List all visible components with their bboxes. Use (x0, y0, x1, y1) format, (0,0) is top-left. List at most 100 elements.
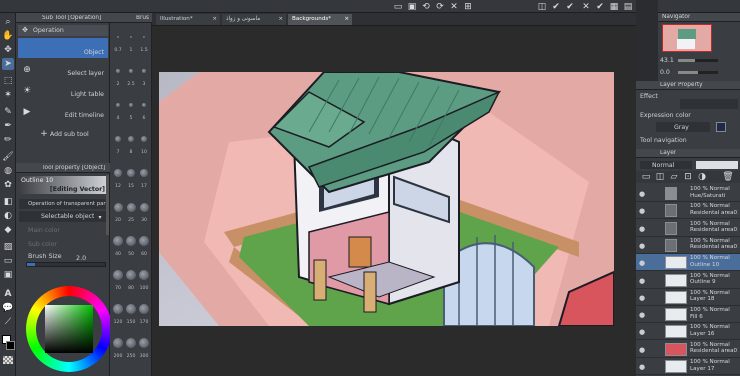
brush-size-cell[interactable]: 8 (125, 127, 137, 159)
ruler-icon[interactable]: ⟋ (2, 316, 14, 328)
text-icon[interactable]: A (2, 288, 14, 300)
brush-size-cell[interactable]: 15 (125, 161, 137, 193)
close-icon[interactable]: × (278, 14, 283, 25)
brush-size-cell[interactable]: 300 (138, 331, 150, 363)
clear-icon[interactable]: ✕ (448, 1, 460, 13)
frame-icon[interactable]: ▣ (2, 269, 14, 281)
brush-size-cell[interactable]: 20 (112, 195, 124, 227)
visibility-eye-icon[interactable]: ● (639, 259, 645, 267)
brush-icon[interactable]: 🖌 (2, 151, 14, 163)
brush-size-cell[interactable]: 250 (125, 331, 137, 363)
folder-icon[interactable]: ▱ (668, 171, 680, 183)
layer-row[interactable]: ● 100 % Normal Layer 16 (636, 323, 740, 341)
visibility-eye-icon[interactable]: ● (639, 311, 645, 319)
visibility-eye-icon[interactable]: ● (639, 207, 645, 215)
check-icon[interactable]: ✔ (564, 1, 576, 13)
visibility-eye-icon[interactable]: ● (639, 277, 645, 285)
cross-icon[interactable]: ✕ (580, 1, 592, 13)
brush-size-value[interactable]: 2.0 (76, 254, 86, 262)
visibility-eye-icon[interactable]: ● (639, 363, 645, 371)
pencil-icon[interactable]: ✏ (2, 134, 14, 146)
brush-size-cell[interactable]: 7 (112, 127, 124, 159)
brush-size-cell[interactable]: 40 (112, 229, 124, 261)
figure-icon[interactable]: ▭ (2, 255, 14, 267)
effect-buttons[interactable] (680, 99, 738, 109)
layer-row[interactable]: ● 100 % NormalResidental area01-Ver.2.4 (636, 237, 740, 254)
operation-icon[interactable]: ➤ (2, 58, 14, 70)
layer-row[interactable]: ● 100 % NormalResidental area01-Ver.2.3 (636, 220, 740, 237)
brush-size-cell[interactable]: 0.7 (112, 25, 124, 57)
visibility-eye-icon[interactable]: ● (639, 294, 645, 302)
angle-value[interactable]: 0.0 (660, 69, 670, 76)
eraser-icon[interactable]: ◧ (2, 196, 14, 208)
brush-size-cell[interactable]: 120 (112, 297, 124, 329)
brush-size-cell[interactable]: 200 (112, 331, 124, 363)
sub-tool-select-layer[interactable]: ⊕ Select layer (18, 60, 108, 80)
pen-icon[interactable]: ✒ (2, 120, 14, 132)
brush-size-cell[interactable]: 2.5 (125, 59, 137, 91)
layer-row[interactable]: ● 100 % Normal Outline 10 (636, 254, 740, 272)
fill-icon[interactable]: ◆ (2, 224, 14, 236)
balloon-icon[interactable]: 💬 (2, 302, 14, 314)
visibility-eye-icon[interactable]: ● (639, 328, 645, 336)
brush-size-cell[interactable]: 60 (138, 229, 150, 261)
layer-row[interactable]: ● 100 % Normal Outline 9 (636, 272, 740, 289)
brush-size-cell[interactable]: 100 (138, 263, 150, 295)
layer-name-field[interactable]: Outline 10 [Editing Vector] (19, 176, 107, 194)
brush-size-cell[interactable]: 12 (112, 161, 124, 193)
saturation-value-square[interactable] (45, 305, 93, 353)
layer-row[interactable]: ● 100 % Normal Layer 18 (636, 289, 740, 306)
brush-size-slider[interactable] (26, 262, 106, 267)
visibility-eye-icon[interactable]: ● (639, 346, 645, 354)
zoom-slider[interactable] (678, 59, 718, 62)
brush-size-cell[interactable]: 10 (138, 127, 150, 159)
save-icon[interactable]: ▣ (406, 1, 418, 13)
gradient-icon[interactable]: ▨ (2, 241, 14, 253)
opacity-slider[interactable] (696, 161, 738, 169)
sub-tool-object[interactable]: Object (18, 38, 108, 58)
new-layer-icon[interactable]: ▭ (640, 171, 652, 183)
grid-icon[interactable]: ▦ (608, 1, 620, 13)
brush-size-cell[interactable]: 70 (112, 263, 124, 295)
undo-icon[interactable]: ⟲ (420, 1, 432, 13)
new-vector-layer-icon[interactable]: ◫ (654, 171, 666, 183)
zoom-icon[interactable]: ⌕ (2, 16, 14, 28)
new-file-icon[interactable]: ▭ (392, 1, 404, 13)
canvas-document[interactable] (159, 72, 614, 326)
selection-icon[interactable]: ◫ (536, 1, 548, 13)
brush-size-cell[interactable]: 150 (125, 297, 137, 329)
brush-size-cell[interactable]: 1 (125, 25, 137, 57)
blend-mode-select[interactable]: Normal (640, 161, 692, 169)
brush-size-cell[interactable]: 80 (125, 263, 137, 295)
close-icon[interactable]: × (344, 14, 349, 25)
operation-transparent-select[interactable]: Operation of transparent part (19, 199, 107, 209)
expression-color-select[interactable]: Gray (656, 122, 710, 132)
visibility-eye-icon[interactable]: ● (639, 225, 645, 233)
layer-row[interactable]: ● 100 % Normal Fill 6 (636, 306, 740, 324)
sub-color-swatch[interactable] (6, 341, 15, 350)
color-swatch-dark[interactable] (716, 122, 726, 132)
brush-size-cell[interactable]: 3 (138, 59, 150, 91)
brush-size-cell[interactable]: 6 (138, 93, 150, 125)
eyedropper-icon[interactable]: ✎ (2, 106, 14, 118)
tab-illustration[interactable]: Illustration* × (156, 14, 220, 25)
ruler-icon[interactable]: ▤ (622, 1, 634, 13)
layer-row[interactable]: ● 100 % Normal Residental area01 (636, 341, 740, 358)
close-icon[interactable]: × (212, 14, 217, 25)
add-sub-tool-button[interactable]: + Add sub tool (36, 129, 100, 139)
decoration-icon[interactable]: ✿ (2, 179, 14, 191)
brush-size-cell[interactable]: 4 (112, 93, 124, 125)
transparent-swatch[interactable] (3, 356, 13, 364)
brush-size-cell[interactable]: 17 (138, 161, 150, 193)
angle-slider[interactable] (678, 71, 718, 74)
brush-size-cell[interactable]: 2 (112, 59, 124, 91)
canvas-area[interactable] (152, 26, 636, 376)
zoom-value[interactable]: 43.1 (660, 57, 674, 64)
tab-backgrounds[interactable]: Backgrounds* × (288, 14, 352, 25)
visibility-eye-icon[interactable]: ● (639, 242, 645, 250)
transform-icon[interactable]: ⊞ (462, 1, 474, 13)
selectable-object-select[interactable]: Selectable object ▾ (19, 211, 107, 222)
brush-size-cell[interactable]: 170 (138, 297, 150, 329)
check-icon[interactable]: ✔ (550, 1, 562, 13)
lock-icon[interactable]: ⊡ (682, 171, 694, 183)
